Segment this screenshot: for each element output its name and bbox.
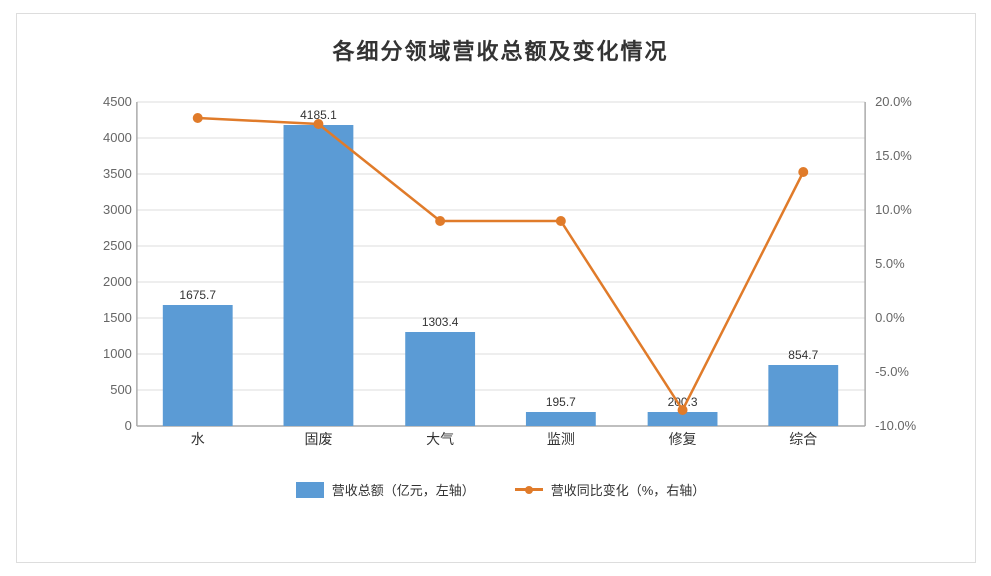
cat-综合: 综合 (789, 431, 817, 447)
cat-监测: 监测 (546, 431, 574, 447)
chart-area: 0 500 1000 1500 2000 2500 3000 3500 4000… (87, 86, 915, 466)
legend-bar-icon (296, 482, 324, 498)
svg-text:2500: 2500 (103, 238, 132, 253)
dot-水 (192, 113, 202, 123)
chart-legend: 营收总额（亿元，左轴） 营收同比变化（%，右轴） (87, 480, 915, 499)
svg-text:2000: 2000 (103, 274, 132, 289)
legend-bar-label: 营收总额（亿元，左轴） (332, 480, 475, 499)
bar-监测 (525, 412, 595, 426)
svg-text:4000: 4000 (103, 130, 132, 145)
legend-line-item: 营收同比变化（%，右轴） (515, 480, 706, 499)
legend-line-label: 营收同比变化（%，右轴） (551, 480, 706, 499)
svg-text:1675.7: 1675.7 (179, 288, 216, 302)
svg-text:3000: 3000 (103, 202, 132, 217)
svg-text:4500: 4500 (103, 94, 132, 109)
svg-text:854.7: 854.7 (788, 348, 818, 362)
svg-text:3500: 3500 (103, 166, 132, 181)
svg-text:1000: 1000 (103, 346, 132, 361)
svg-text:1303.4: 1303.4 (421, 315, 458, 329)
dot-固废 (313, 119, 323, 129)
bar-大气 (405, 332, 475, 426)
bar-综合 (768, 365, 838, 426)
svg-text:500: 500 (110, 382, 132, 397)
dot-综合 (798, 167, 808, 177)
bar-水 (162, 305, 232, 426)
svg-text:1500: 1500 (103, 310, 132, 325)
chart-title: 各细分领域营收总额及变化情况 (87, 34, 915, 66)
dot-大气 (435, 216, 445, 226)
main-chart-svg: 0 500 1000 1500 2000 2500 3000 3500 4000… (87, 86, 915, 466)
svg-text:0.0%: 0.0% (875, 310, 905, 325)
cat-水: 水 (190, 431, 204, 447)
svg-text:0: 0 (124, 418, 131, 433)
svg-text:20.0%: 20.0% (875, 94, 912, 109)
dot-监测 (555, 216, 565, 226)
svg-text:15.0%: 15.0% (875, 148, 912, 163)
svg-text:-5.0%: -5.0% (875, 364, 909, 379)
svg-text:10.0%: 10.0% (875, 202, 912, 217)
cat-大气: 大气 (426, 431, 454, 447)
legend-bar-item: 营收总额（亿元，左轴） (296, 480, 475, 499)
cat-修复: 修复 (668, 431, 696, 447)
svg-text:-10.0%: -10.0% (875, 418, 917, 433)
chart-container: 各细分领域营收总额及变化情况 0 500 1000 1500 2000 2500… (16, 13, 976, 563)
svg-text:5.0%: 5.0% (875, 256, 905, 271)
bar-固废 (283, 125, 353, 426)
cat-固废: 固废 (304, 431, 332, 447)
svg-text:195.7: 195.7 (545, 395, 575, 409)
legend-line-icon (515, 488, 543, 491)
dot-修复 (677, 405, 687, 415)
